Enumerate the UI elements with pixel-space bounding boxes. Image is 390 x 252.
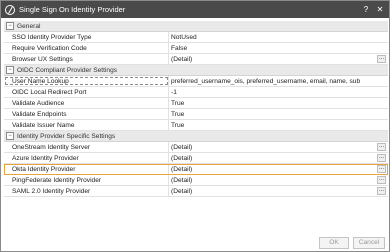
property-row[interactable]: OneStream Identity Server (Detail) ... xyxy=(4,142,388,153)
property-row[interactable]: SAML 2.0 Identity Provider (Detail) ... xyxy=(4,186,388,197)
property-label: SSO Identity Provider Type xyxy=(4,32,169,42)
ok-button[interactable]: OK xyxy=(319,237,349,249)
ellipsis-button[interactable]: ... xyxy=(377,176,386,184)
section-title: OIDC Compliant Provider Settings xyxy=(17,66,118,74)
section-title: Identity Provider Specific Settings xyxy=(17,132,116,140)
property-value[interactable]: preferred_username_ois, preferred_userna… xyxy=(169,76,388,86)
property-value[interactable]: (Detail) xyxy=(169,153,377,163)
property-row[interactable]: Validate Issuer Name True xyxy=(4,120,388,131)
app-logo-icon xyxy=(5,4,15,15)
property-value[interactable]: (Detail) xyxy=(169,186,377,196)
window-title: Single Sign On Identity Provider xyxy=(19,5,126,14)
property-value[interactable]: NotUsed xyxy=(169,32,388,42)
property-row[interactable]: PingFederate Identity Provider (Detail) … xyxy=(4,175,388,186)
property-value[interactable]: (Detail) xyxy=(169,142,377,152)
section-title: General xyxy=(17,22,41,30)
help-icon[interactable]: ? xyxy=(361,5,371,14)
section-identity-providers[interactable]: − Identity Provider Specific Settings xyxy=(4,131,388,142)
close-icon[interactable]: ✕ xyxy=(375,5,385,14)
property-label: OneStream Identity Server xyxy=(4,142,169,152)
property-value[interactable]: True xyxy=(169,109,388,119)
property-label: Require Verification Code xyxy=(4,43,169,53)
property-label: Azure Identity Provider xyxy=(4,153,169,163)
ellipsis-button[interactable]: ... xyxy=(377,143,386,151)
property-value[interactable]: True xyxy=(169,98,388,108)
ellipsis-button[interactable]: ... xyxy=(377,55,386,63)
property-row-okta[interactable]: Okta Identity Provider (Detail) ... xyxy=(4,164,388,175)
property-row[interactable]: Browser UX Settings (Detail) ... xyxy=(4,54,388,65)
property-label: Validate Endpoints xyxy=(4,109,169,119)
property-label: SAML 2.0 Identity Provider xyxy=(4,186,169,196)
collapse-icon[interactable]: − xyxy=(6,22,14,30)
property-value[interactable]: (Detail) xyxy=(169,164,377,174)
property-row[interactable]: Require Verification Code False xyxy=(4,43,388,54)
property-value[interactable]: (Detail) xyxy=(169,175,377,185)
ellipsis-button[interactable]: ... xyxy=(377,154,386,162)
sso-dialog: Single Sign On Identity Provider ? ✕ − G… xyxy=(0,0,390,252)
property-label: PingFederate Identity Provider xyxy=(4,175,169,185)
property-row[interactable]: Validate Audience True xyxy=(4,98,388,109)
property-label: User Name Lookup xyxy=(4,76,169,86)
property-label: OIDC Local Redirect Port xyxy=(4,87,169,97)
property-row[interactable]: OIDC Local Redirect Port -1 xyxy=(4,87,388,98)
property-label: Validate Audience xyxy=(4,98,169,108)
resize-grip-icon[interactable]: ⋰ xyxy=(382,244,388,250)
property-label: Browser UX Settings xyxy=(4,54,169,64)
section-oidc[interactable]: − OIDC Compliant Provider Settings xyxy=(4,65,388,76)
property-row[interactable]: User Name Lookup preferred_username_ois,… xyxy=(4,76,388,87)
title-bar: Single Sign On Identity Provider ? ✕ xyxy=(1,1,389,18)
property-label: Okta Identity Provider xyxy=(4,164,169,174)
section-general[interactable]: − General xyxy=(4,21,388,32)
dialog-footer: OK Cancel ⋰ xyxy=(1,233,389,251)
collapse-icon[interactable]: − xyxy=(6,66,14,74)
property-row[interactable]: Azure Identity Provider (Detail) ... xyxy=(4,153,388,164)
collapse-icon[interactable]: − xyxy=(6,132,14,140)
property-grid: − General SSO Identity Provider Type Not… xyxy=(4,21,388,197)
property-label: Validate Issuer Name xyxy=(4,120,169,130)
property-value[interactable]: -1 xyxy=(169,87,388,97)
property-value[interactable]: True xyxy=(169,120,388,130)
ellipsis-button[interactable]: ... xyxy=(377,187,386,195)
property-value[interactable]: (Detail) xyxy=(169,54,377,64)
property-value[interactable]: False xyxy=(169,43,388,53)
ellipsis-button[interactable]: ... xyxy=(377,165,386,173)
property-row[interactable]: Validate Endpoints True xyxy=(4,109,388,120)
cancel-button[interactable]: Cancel xyxy=(353,237,385,249)
property-row[interactable]: SSO Identity Provider Type NotUsed xyxy=(4,32,388,43)
